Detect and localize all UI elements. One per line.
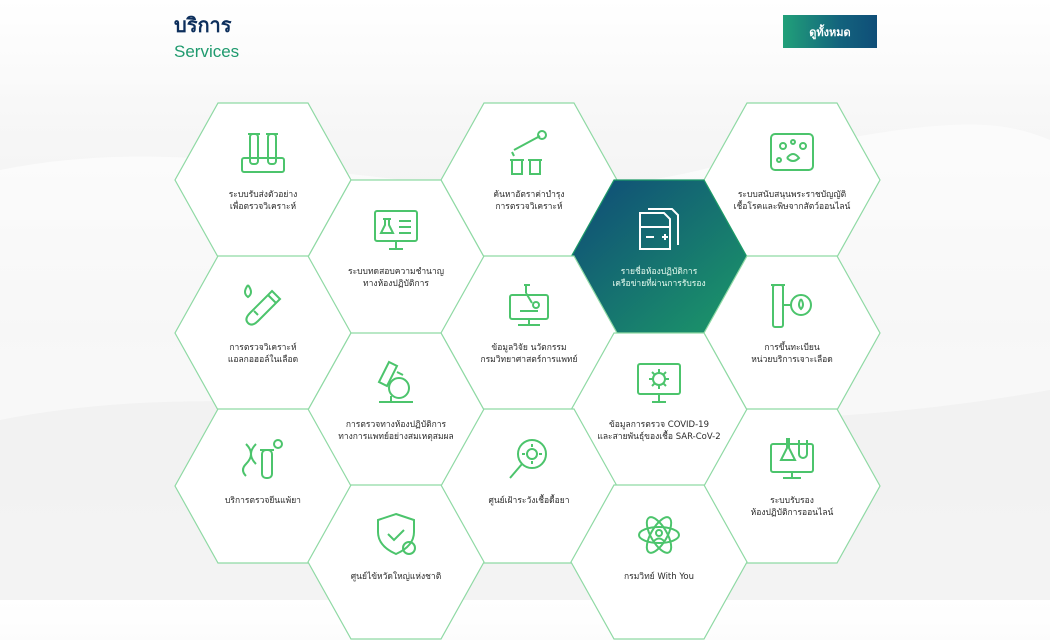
dropper-tubes-icon [510, 130, 547, 175]
petri-dish-icon [770, 133, 814, 171]
view-all-button[interactable]: ดูทั้งหมด [783, 15, 877, 48]
atom-person-icon [638, 516, 680, 554]
hexagon-shape [307, 484, 485, 640]
virus-magnifier-icon [509, 439, 547, 479]
lab-flask-screen-icon [770, 438, 814, 479]
virus-monitor-icon [637, 363, 681, 403]
section-title-thai: บริการ [174, 13, 232, 37]
dna-tube-icon [242, 439, 283, 479]
hexagon-shape [570, 484, 748, 640]
shield-check-icon [377, 512, 416, 556]
service-label: ศูนย์ไข้หวัดใหญ่แห่งชาติ [350, 572, 442, 582]
microscope-monitor-icon [509, 284, 549, 326]
test-tubes-rack-icon [241, 133, 285, 173]
document-plus-icon [639, 208, 679, 250]
service-tile-dmsc-with-you[interactable]: กรมวิทย์ With You [570, 484, 748, 640]
section-title-english: Services [174, 42, 240, 61]
service-label: กรมวิทย์ With You [623, 572, 695, 582]
microscope-icon [377, 360, 413, 403]
lab-monitor-icon [374, 210, 418, 250]
blood-tube-icon [244, 284, 282, 326]
service-tile-national-flu[interactable]: ศูนย์ไข้หวัดใหญ่แห่งชาติ [307, 484, 485, 640]
blood-drop-tube-icon [771, 284, 812, 328]
